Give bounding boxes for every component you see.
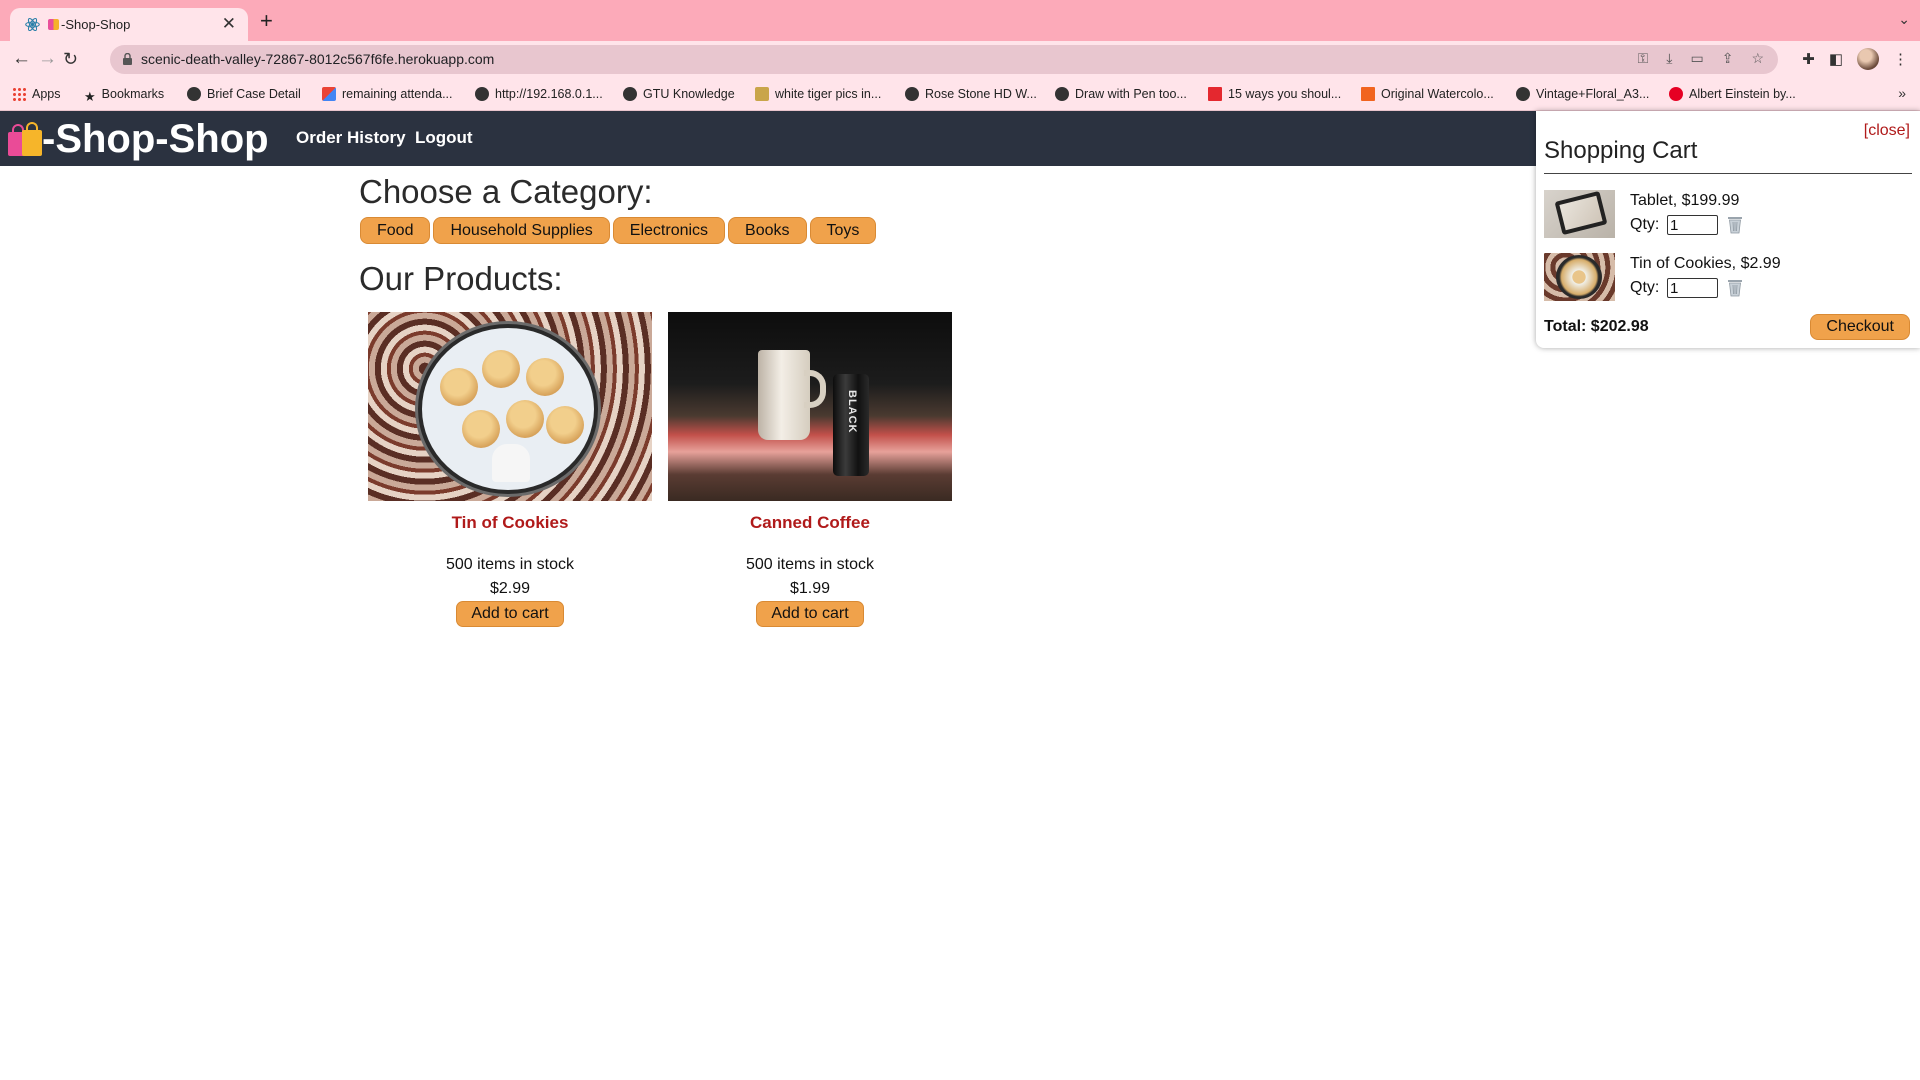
pinterest-icon [1669,87,1683,101]
category-toys-button[interactable]: Toys [809,217,877,244]
site-logo[interactable]: -Shop-Shop [8,116,269,162]
react-logo-icon [25,17,40,32]
product-image-cookies[interactable] [368,312,652,501]
browser-tab-strip: -Shop-Shop ✕ + ⌄ [0,0,1920,41]
back-arrow-icon[interactable]: ← [12,48,31,70]
forward-arrow-icon[interactable]: → [38,48,57,70]
product-price: $2.99 [489,580,531,597]
share-icon[interactable]: ⇪ [1722,50,1734,67]
bookmark-original-watercolor[interactable]: Original Watercolo... [1361,86,1494,102]
cart-item-description: Tin of Cookies, $2.99 [1630,255,1781,272]
apps-grid-icon [12,87,26,101]
qty-label: Qty: [1630,216,1660,233]
address-bar-actions: ⚿ ⤓ ▭ ⇪ ☆ [1638,50,1764,67]
new-tab-button[interactable]: + [260,10,273,32]
cart-divider [1544,173,1912,174]
bookmark-15-ways[interactable]: 15 ways you shoul... [1208,86,1341,102]
ta-icon [1208,87,1222,101]
product-price: $1.99 [789,580,831,597]
browser-toolbar: ← → ↻ scenic-death-valley-72867-8012c567… [0,41,1920,78]
browser-tab[interactable]: -Shop-Shop ✕ [10,8,248,41]
checkout-button[interactable]: Checkout [1810,314,1910,340]
product-card: Tin of Cookies 500 items in stock $2.99 … [368,312,652,627]
trash-icon[interactable] [1726,278,1744,297]
shopping-cart-panel: [close] Shopping Cart Tablet, $199.99 Qt… [1536,111,1920,348]
reload-icon[interactable]: ↻ [63,48,78,70]
product-name-link[interactable]: Canned Coffee [668,513,952,533]
cart-total: Total: $202.98 [1544,318,1649,335]
shopping-bags-icon [8,122,42,156]
qty-label: Qty: [1630,279,1660,296]
cart-item-description: Tablet, $199.99 [1630,192,1740,209]
key-icon[interactable]: ⚿ [1638,50,1649,67]
toolbar-right: ✚ ◧ ⋮ [1802,48,1908,70]
etsy-icon [1361,87,1375,101]
trash-icon[interactable] [1726,215,1744,234]
product-image-coffee[interactable]: BLACK [668,312,952,501]
add-to-cart-button[interactable]: Add to cart [756,601,864,627]
cart-title: Shopping Cart [1544,137,1698,164]
bookmarks-overflow-icon[interactable]: » [1898,85,1906,101]
profile-avatar[interactable] [1857,48,1879,70]
add-to-cart-button[interactable]: Add to cart [456,601,564,627]
star-icon: ★ [84,89,96,104]
shopping-bag-icon [48,19,59,30]
install-icon[interactable]: ⤓ [1666,50,1672,67]
tab-title: -Shop-Shop [48,16,130,33]
tab-search-chevron-icon[interactable]: ⌄ [1898,11,1910,28]
globe-icon [623,87,637,101]
bookmark-rose-stone[interactable]: Rose Stone HD W... [905,86,1037,102]
gmail-icon [322,87,336,101]
url-text: scenic-death-valley-72867-8012c567f6fe.h… [141,51,495,67]
qty-input[interactable] [1667,278,1718,298]
product-stock: 500 items in stock [445,556,575,573]
category-list: Food Household Supplies Electronics Book… [360,217,877,244]
bookmarks-bar: Apps ★ Bookmarks Brief Case Detail remain… [0,78,1920,111]
category-food-button[interactable]: Food [360,217,431,244]
address-bar[interactable]: scenic-death-valley-72867-8012c567f6fe.h… [110,45,1778,74]
products-heading: Our Products: [359,260,563,297]
bookmark-star-icon[interactable]: ☆ [1751,50,1764,67]
bookmark-bookmarks[interactable]: ★ Bookmarks [84,86,164,104]
bookmark-draw-with-pen[interactable]: Draw with Pen too... [1055,86,1187,102]
globe-icon [475,87,489,101]
bookmark-apps[interactable]: Apps [12,86,61,102]
category-books-button[interactable]: Books [728,217,807,244]
product-name-link[interactable]: Tin of Cookies [368,513,652,533]
cart-close-link[interactable]: [close] [1864,122,1910,140]
nav-logout[interactable]: Logout [415,128,473,148]
category-household-supplies-button[interactable]: Household Supplies [433,217,610,244]
stack-icon [755,87,769,101]
lock-icon [123,53,132,65]
side-panel-icon[interactable]: ◧ [1829,50,1843,68]
category-heading: Choose a Category: [359,173,653,210]
cart-item-image [1544,190,1615,238]
globe-icon [1055,87,1069,101]
cart-item: Tablet, $199.99 Qty: [1544,190,1912,238]
bookmark-remaining-attendance[interactable]: remaining attenda... [322,86,453,102]
bookmark-local-ip[interactable]: http://192.168.0.1... [475,86,603,102]
bookmark-gtu-knowledge[interactable]: GTU Knowledge [623,86,735,102]
product-stock: 500 items in stock [745,556,875,573]
browser-menu-icon[interactable]: ⋮ [1893,50,1908,68]
globe-icon [187,87,201,101]
qty-input[interactable] [1667,215,1718,235]
category-electronics-button[interactable]: Electronics [612,217,726,244]
cart-item: Tin of Cookies, $2.99 Qty: [1544,253,1912,301]
globe-icon [1516,87,1530,101]
bookmark-brief-case-detail[interactable]: Brief Case Detail [187,86,301,102]
bookmark-vintage-floral[interactable]: Vintage+Floral_A3... [1516,86,1649,102]
bookmark-white-tiger[interactable]: white tiger pics in... [755,86,881,102]
nav-order-history[interactable]: Order History [296,128,406,148]
bookmark-albert-einstein[interactable]: Albert Einstein by... [1669,86,1796,102]
globe-icon [905,87,919,101]
extensions-puzzle-icon[interactable]: ✚ [1802,50,1815,68]
product-card: BLACK Canned Coffee 500 items in stock $… [668,312,952,627]
cart-item-image [1544,253,1615,301]
card-icon[interactable]: ▭ [1690,50,1703,67]
tab-close-icon[interactable]: ✕ [222,14,236,34]
